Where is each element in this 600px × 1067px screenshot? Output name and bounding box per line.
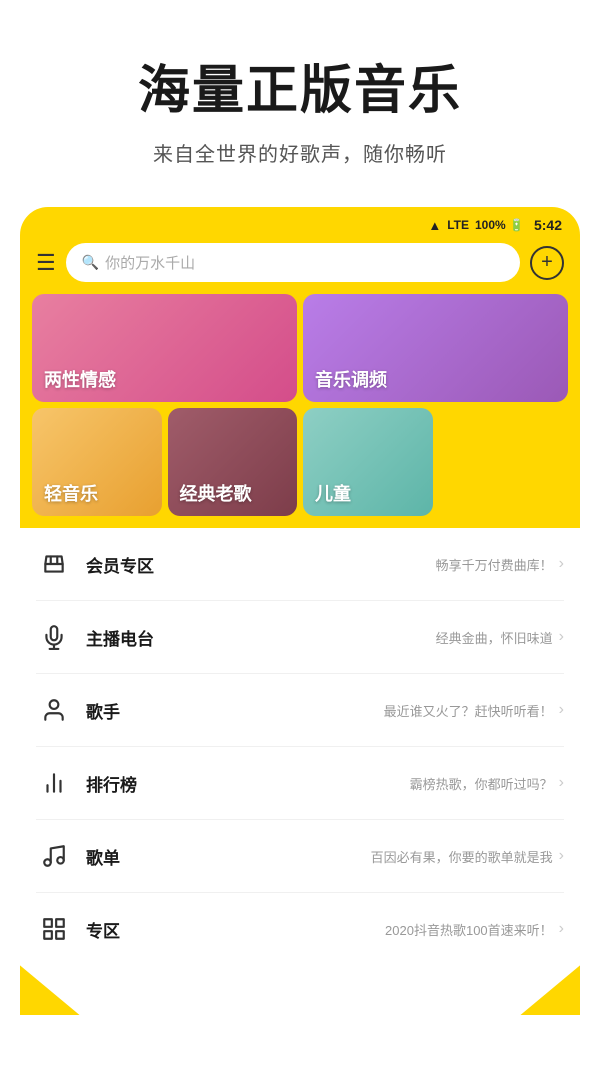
list-section: 会员专区 畅享千万付费曲库！ › 主播电台 经典金曲，怀旧味道 › 歌手 最近谁… [20,528,580,965]
vip-desc: 畅享千万付费曲库！ [436,555,553,574]
singer-desc: 最近谁又火了？赶快听听看！ [384,701,553,720]
category-grid: 两性情感音乐调频 ✊ ★ 中国好声音 SING!CHINA 轻音乐经典老歌儿童 [20,294,580,528]
special-icon [36,911,72,947]
top-section: 海量正版音乐 来自全世界的好歌声，随你畅听 [0,0,600,207]
category-tile-classic[interactable]: 经典老歌 [168,408,298,516]
chart-arrow: › [559,774,564,792]
add-button[interactable]: + [530,246,564,280]
radio-icon [36,619,72,655]
lte-label: LTE [447,218,469,232]
chart-icon [36,765,72,801]
category-tile-romance[interactable]: 两性情感 [32,294,297,402]
app-card: ▲ LTE 100% 🔋 5:42 ☰ 🔍 你的万水千山 + 两性情感音乐调频 … [20,207,580,965]
vip-arrow: › [559,555,564,573]
tile-label: 经典老歌 [180,480,252,506]
yellow-bottom-area [0,965,600,1015]
special-arrow: › [559,920,564,938]
category-tile-light[interactable]: 轻音乐 [32,408,162,516]
category-tile-music[interactable]: 音乐调频 [303,294,568,402]
category-tile-children[interactable]: 儿童 [303,408,433,516]
playlist-desc: 百因必有果，你要的歌单就是我 [371,847,553,866]
menu-item-singer[interactable]: 歌手 最近谁又火了？赶快听听看！ › [36,674,564,747]
search-icon: 🔍 [82,254,99,271]
main-title: 海量正版音乐 [30,60,570,122]
singer-title: 歌手 [86,698,384,723]
signal-icon: ▲ [428,218,441,233]
radio-desc: 经典金曲，怀旧味道 [436,628,553,647]
menu-item-radio[interactable]: 主播电台 经典金曲，怀旧味道 › [36,601,564,674]
menu-item-vip[interactable]: 会员专区 畅享千万付费曲库！ › [36,528,564,601]
yellow-left-corner [20,965,80,1015]
status-bar: ▲ LTE 100% 🔋 5:42 [20,207,580,239]
playlist-title: 歌单 [86,844,371,869]
special-desc: 2020抖音热歌100首速来听！ [385,920,553,939]
playlist-arrow: › [559,847,564,865]
vip-title: 会员专区 [86,552,436,577]
chart-desc: 霸榜热歌，你都听过吗？ [410,774,553,793]
chart-title: 排行榜 [86,771,410,796]
search-placeholder: 你的万水千山 [105,252,195,273]
app-wrapper: ▲ LTE 100% 🔋 5:42 ☰ 🔍 你的万水千山 + 两性情感音乐调频 … [0,207,600,1015]
menu-item-special[interactable]: 专区 2020抖音热歌100首速来听！ › [36,893,564,965]
search-row: ☰ 🔍 你的万水千山 + [20,239,580,294]
radio-arrow: › [559,628,564,646]
clock: 5:42 [534,217,562,233]
yellow-right-corner [520,965,580,1015]
tile-label: 两性情感 [44,366,116,392]
menu-item-playlist[interactable]: 歌单 百因必有果，你要的歌单就是我 › [36,820,564,893]
tile-label: 轻音乐 [44,480,98,506]
hamburger-menu-icon[interactable]: ☰ [36,250,56,276]
singer-arrow: › [559,701,564,719]
radio-title: 主播电台 [86,625,436,650]
tile-label: 音乐调频 [315,366,387,392]
special-title: 专区 [86,917,385,942]
singer-icon [36,692,72,728]
playlist-icon [36,838,72,874]
vip-icon [36,546,72,582]
menu-item-chart[interactable]: 排行榜 霸榜热歌，你都听过吗？ › [36,747,564,820]
tile-label: 儿童 [315,480,351,506]
sub-title: 来自全世界的好歌声，随你畅听 [30,138,570,167]
search-bar[interactable]: 🔍 你的万水千山 [66,243,520,282]
battery-status: 100% 🔋 [475,218,524,232]
